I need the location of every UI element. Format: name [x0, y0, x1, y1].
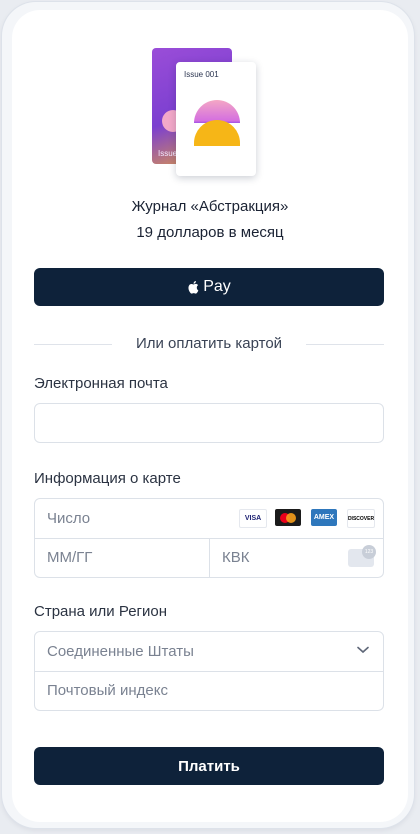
- cvc-card-icon: 123: [348, 545, 376, 567]
- card-number-field[interactable]: Число VISA AMEX DISCOVER: [35, 499, 383, 538]
- amex-icon: AMEX: [311, 509, 337, 526]
- apple-icon: [188, 281, 199, 294]
- cover-front-label: Issue 001: [184, 70, 219, 79]
- visa-icon: VISA: [239, 509, 267, 528]
- cvc-placeholder: КВК: [222, 549, 250, 566]
- apple-pay-button[interactable]: Pay: [34, 268, 384, 306]
- cvc-field[interactable]: КВК 123: [210, 539, 383, 578]
- chevron-down-icon: [357, 646, 369, 654]
- product-price: 19 долларов в месяц: [136, 224, 284, 241]
- zip-field[interactable]: Почтовый индекс: [35, 672, 383, 711]
- card-info-label: Информация о карте: [34, 470, 181, 487]
- email-label: Электронная почта: [34, 375, 168, 392]
- mastercard-circles-icon: [280, 512, 296, 523]
- product-name: Журнал «Абстракция»: [131, 198, 289, 215]
- region-group: Соединенные Штаты Почтовый индекс: [34, 631, 384, 711]
- magazine-cover-front: Issue 001: [176, 62, 256, 176]
- expiry-placeholder: ММ/ГГ: [47, 549, 93, 566]
- pay-button[interactable]: Платить: [34, 747, 384, 785]
- cvc-badge: 123: [362, 545, 376, 559]
- discover-icon: DISCOVER: [347, 509, 375, 528]
- zip-placeholder: Почтовый индекс: [47, 682, 168, 699]
- product-image: Issue Issue 001: [152, 48, 262, 180]
- mastercard-icon: [275, 509, 301, 526]
- card-number-placeholder: Число: [47, 510, 91, 527]
- card-info-group: Число VISA AMEX DISCOVER ММ/ГГ КВК 123: [34, 498, 384, 578]
- email-field[interactable]: [34, 403, 384, 443]
- payment-divider: Или оплатить картой: [34, 335, 384, 353]
- region-label: Страна или Регион: [34, 603, 168, 620]
- cover-back-label: Issue: [158, 149, 178, 158]
- divider-line-right: [306, 344, 384, 345]
- expiry-field[interactable]: ММ/ГГ: [35, 539, 209, 578]
- country-select[interactable]: Соединенные Штаты: [35, 632, 383, 671]
- apple-pay-label: Pay: [203, 278, 231, 295]
- country-value: Соединенные Штаты: [47, 643, 194, 660]
